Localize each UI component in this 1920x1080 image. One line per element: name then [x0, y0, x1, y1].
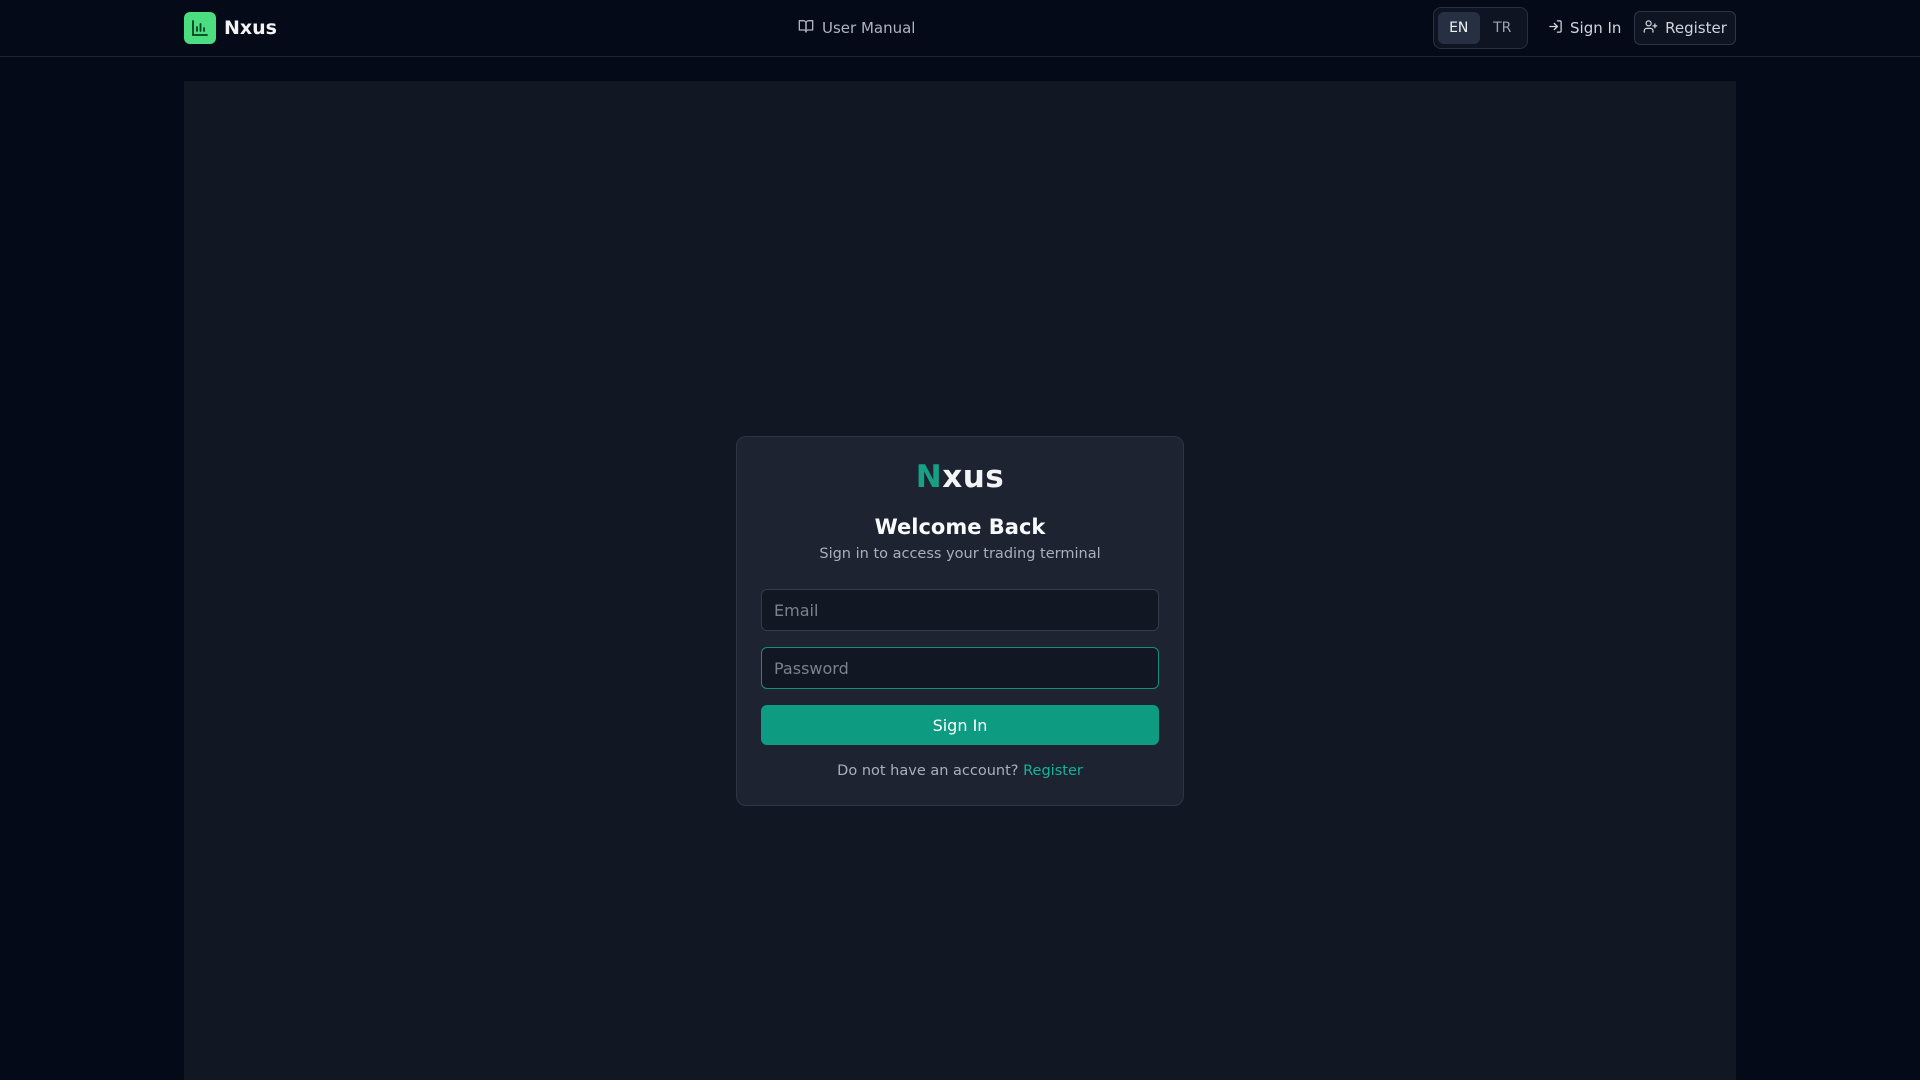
book-open-icon: [798, 18, 814, 38]
register-link[interactable]: Register: [1023, 763, 1083, 779]
user-plus-icon: [1643, 19, 1658, 38]
login-subtitle: Sign in to access your trading terminal: [819, 546, 1101, 562]
login-logo-accent: N: [915, 459, 943, 495]
register-prompt-text: Do not have an account?: [837, 763, 1019, 779]
login-title: Welcome Back: [874, 515, 1046, 539]
sign-in-nav-link[interactable]: Sign In: [1548, 13, 1621, 43]
sign-in-nav-label: Sign In: [1570, 19, 1622, 37]
user-manual-label: User Manual: [822, 19, 916, 37]
brand-name: Nxus: [224, 17, 277, 39]
login-logo-rest: xus: [942, 459, 1005, 495]
user-manual-link[interactable]: User Manual: [798, 17, 915, 39]
register-nav-label: Register: [1665, 19, 1727, 37]
language-switcher: EN TR: [1433, 7, 1528, 49]
password-input[interactable]: [761, 647, 1159, 689]
sign-in-submit-button[interactable]: Sign In: [761, 705, 1159, 745]
login-logo: Nxus: [737, 459, 1183, 495]
register-nav-button[interactable]: Register: [1634, 11, 1736, 45]
top-navigation-bar: Nxus User Manual EN TR Sign In Register: [0, 0, 1920, 57]
bar-chart-icon: [184, 12, 216, 44]
login-card: Nxus Welcome Back Sign in to access your…: [736, 436, 1184, 806]
language-option-tr[interactable]: TR: [1482, 12, 1524, 44]
language-option-en[interactable]: EN: [1438, 12, 1480, 44]
register-prompt: Do not have an account? Register: [737, 763, 1183, 779]
log-in-icon: [1548, 19, 1563, 38]
brand-home-link[interactable]: Nxus: [184, 12, 277, 44]
email-input[interactable]: [761, 589, 1159, 631]
